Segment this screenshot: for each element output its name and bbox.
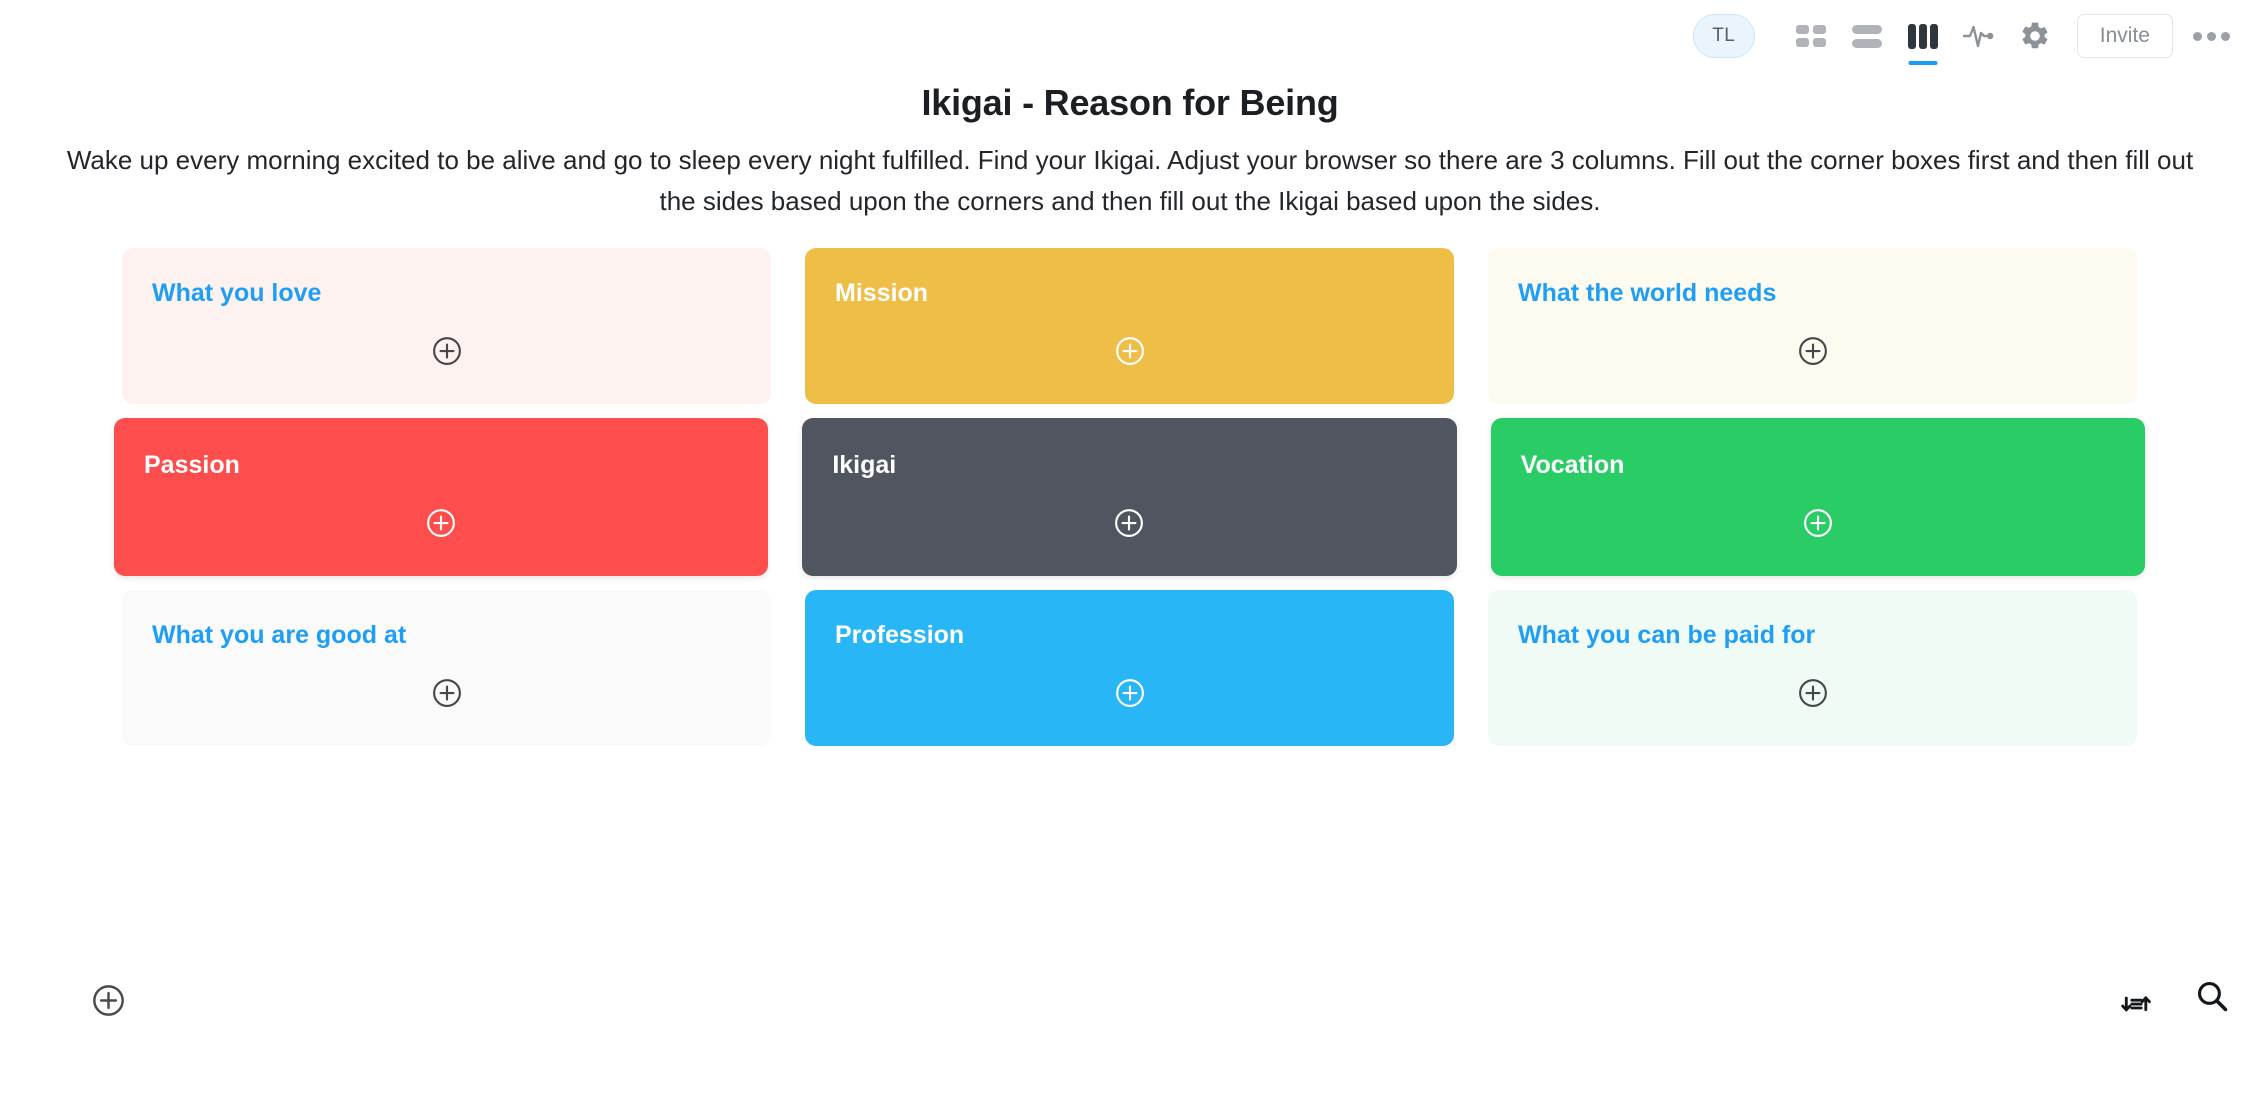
- board-column: Vocation: [1490, 418, 2145, 576]
- page-title: Ikigai - Reason for Being: [921, 82, 1339, 123]
- card-title: Profession: [835, 621, 965, 649]
- sort-icon[interactable]: [2120, 978, 2156, 1014]
- footer-actions: [2120, 978, 2230, 1014]
- card-what-you-love[interactable]: What you love: [122, 248, 771, 404]
- avatar-initials: TL: [1712, 25, 1736, 46]
- board-column: Passion: [114, 418, 769, 576]
- column-gap: [771, 248, 805, 404]
- card-what-you-are-good-at[interactable]: What you are good at: [122, 590, 771, 746]
- plus-circle-icon[interactable]: [1115, 678, 1145, 708]
- grid-view-glyph: [1795, 25, 1826, 47]
- top-toolbar: TL Invite: [1692, 0, 2260, 72]
- ikigai-board: What you love Mission What the world nee…: [114, 248, 2145, 746]
- add-list-button[interactable]: [92, 984, 125, 1017]
- board-row-middle: Passion Ikigai Vocation: [114, 418, 2145, 576]
- board-row-top: What you love Mission What the world nee…: [118, 248, 2141, 404]
- settings-gear-glyph: [2022, 22, 2048, 49]
- ellipsis-glyph: [2193, 31, 2230, 41]
- plus-circle-icon[interactable]: [432, 336, 462, 366]
- ellipsis-icon[interactable]: [2173, 13, 2230, 59]
- plus-circle-icon[interactable]: [1803, 508, 1833, 538]
- card-vocation[interactable]: Vocation: [1490, 418, 2145, 576]
- card-ikigai[interactable]: Ikigai: [802, 418, 1457, 576]
- activity-pulse-glyph: [1962, 25, 1994, 48]
- activity-pulse-icon[interactable]: [1951, 13, 2007, 59]
- column-gap: [1454, 248, 1488, 404]
- invite-button-label: Invite: [2099, 24, 2150, 47]
- plus-circle-icon: [93, 985, 124, 1016]
- board-column: Profession: [805, 590, 1454, 746]
- list-view-glyph: [1851, 24, 1882, 48]
- plus-circle-icon[interactable]: [1798, 678, 1828, 708]
- avatar[interactable]: TL: [1692, 14, 1755, 58]
- card-title: Ikigai: [832, 451, 897, 479]
- columns-view-icon[interactable]: [1895, 13, 1951, 65]
- plus-circle-icon[interactable]: [432, 678, 462, 708]
- columns-view-glyph: [1907, 23, 1938, 49]
- card-what-the-world-needs[interactable]: What the world needs: [1488, 248, 2137, 404]
- column-gap: [771, 590, 805, 746]
- plus-circle-icon[interactable]: [1115, 336, 1145, 366]
- search-icon[interactable]: [2194, 978, 2230, 1014]
- board-column: What you can be paid for: [1488, 590, 2137, 746]
- card-profession[interactable]: Profession: [805, 590, 1454, 746]
- column-gap: [1457, 418, 1491, 576]
- board-column: Ikigai: [802, 418, 1457, 576]
- card-title: Vocation: [1520, 451, 1625, 479]
- board-column: What you love: [122, 248, 771, 404]
- card-mission[interactable]: Mission: [805, 248, 1454, 404]
- column-gap: [768, 418, 802, 576]
- settings-gear-icon[interactable]: [2007, 13, 2063, 59]
- board-column: What the world needs: [1488, 248, 2137, 404]
- column-gap: [1454, 590, 1488, 746]
- list-view-icon[interactable]: [1839, 13, 1895, 59]
- card-title: What you are good at: [152, 621, 407, 649]
- grid-view-icon[interactable]: [1783, 13, 1839, 59]
- plus-circle-icon[interactable]: [426, 508, 456, 538]
- card-title: Passion: [144, 451, 240, 479]
- active-view-indicator: [1908, 61, 1938, 65]
- board-column: Mission: [805, 248, 1454, 404]
- card-title: What you can be paid for: [1518, 621, 1816, 649]
- card-what-you-can-be-paid-for[interactable]: What you can be paid for: [1488, 590, 2137, 746]
- plus-circle-icon[interactable]: [1114, 508, 1144, 538]
- board-row-bottom: What you are good at Profession What you…: [118, 590, 2141, 746]
- card-passion[interactable]: Passion: [114, 418, 769, 576]
- card-title: What you love: [152, 279, 322, 307]
- card-title: Mission: [835, 279, 929, 307]
- board-column: What you are good at: [122, 590, 771, 746]
- invite-button[interactable]: Invite: [2076, 14, 2173, 58]
- card-title: What the world needs: [1518, 279, 1777, 307]
- page-description: Wake up every morning excited to be aliv…: [66, 145, 2194, 216]
- plus-circle-icon[interactable]: [1798, 336, 1828, 366]
